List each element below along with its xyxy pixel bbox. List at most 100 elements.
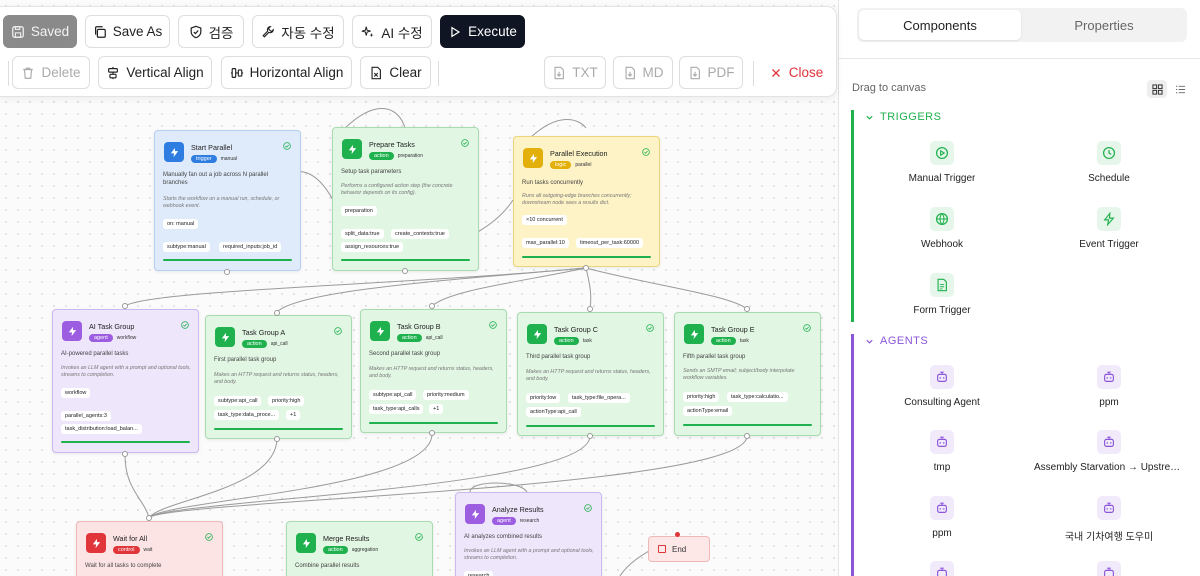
node-analyze-results[interactable]: Analyze Results agent research AI analyze… bbox=[455, 492, 602, 576]
output-port[interactable] bbox=[587, 433, 593, 439]
node-ai-task-group[interactable]: AI Task Group agent workflow AI-powered p… bbox=[52, 309, 199, 453]
component-schedule[interactable]: Schedule bbox=[1026, 141, 1192, 184]
component-label: tmp bbox=[933, 462, 951, 473]
output-port[interactable] bbox=[402, 268, 408, 274]
tab-components[interactable]: Components bbox=[859, 10, 1021, 40]
node-task-group-e[interactable]: Task Group E action task Fifth parallel t… bbox=[674, 312, 821, 436]
component-agent[interactable]: Consulting Agent bbox=[859, 365, 1025, 408]
verify-button[interactable]: 검증 bbox=[178, 15, 244, 48]
export-txt-button[interactable]: TXT bbox=[544, 56, 606, 89]
node-subtype: research bbox=[519, 518, 540, 524]
node-type-tag: action bbox=[242, 340, 267, 348]
input-port[interactable] bbox=[429, 303, 435, 309]
execute-button[interactable]: Execute bbox=[440, 15, 525, 48]
input-port[interactable] bbox=[146, 515, 152, 521]
node-chip: subtype:api_call bbox=[214, 396, 262, 406]
close-button[interactable]: Close bbox=[762, 56, 830, 89]
node-end[interactable]: End bbox=[648, 536, 710, 562]
input-port[interactable] bbox=[587, 306, 593, 312]
close-label: Close bbox=[788, 65, 824, 80]
node-description: Setup task parameters bbox=[341, 169, 402, 175]
node-start-parallel[interactable]: Start Parallel trigger manual Manually fa… bbox=[154, 130, 301, 271]
clear-button[interactable]: Clear bbox=[360, 56, 431, 89]
node-merge-results[interactable]: Merge Results action aggregation Combine … bbox=[286, 521, 433, 576]
component-agent[interactable] bbox=[1026, 561, 1192, 576]
node-chip: actionType:email bbox=[683, 406, 733, 416]
clock-icon bbox=[1097, 141, 1121, 165]
tab-properties[interactable]: Properties bbox=[1023, 10, 1185, 40]
vertical-align-button[interactable]: Vertical Align bbox=[98, 56, 212, 89]
delete-button[interactable]: Delete bbox=[12, 56, 90, 89]
output-port[interactable] bbox=[583, 265, 589, 271]
robot-icon bbox=[1097, 365, 1121, 389]
node-chip: task_type:calculatio... bbox=[727, 392, 788, 402]
component-agent[interactable]: Assembly Starvation → Upstream Blockage bbox=[1026, 430, 1192, 473]
node-subtype: wait bbox=[143, 547, 153, 553]
auto-fix-button[interactable]: 자동 수정 bbox=[252, 15, 344, 48]
component-label: Consulting Agent bbox=[904, 397, 980, 408]
ai-fix-label: AI 수정 bbox=[381, 25, 423, 41]
bolt-icon bbox=[684, 324, 704, 344]
component-agent[interactable]: tmp bbox=[859, 430, 1025, 473]
input-port[interactable] bbox=[274, 310, 280, 316]
node-type-tag: action bbox=[397, 334, 422, 342]
input-port[interactable] bbox=[675, 532, 680, 537]
export-md-button[interactable]: MD bbox=[613, 56, 673, 89]
bolt-icon bbox=[62, 321, 82, 341]
node-chip: subtype:api_call bbox=[369, 390, 417, 400]
node-subtype: manual bbox=[220, 156, 237, 162]
export-pdf-button[interactable]: PDF bbox=[679, 56, 743, 89]
check-circle-icon bbox=[489, 321, 497, 329]
node-description: Third parallel task group bbox=[526, 354, 591, 360]
output-port[interactable] bbox=[224, 269, 230, 275]
component-agent[interactable]: 국내 기차여행 도우미 bbox=[1026, 496, 1192, 543]
toolbar: Saved Save As 검증 자동 수정 AI 수정 Execute Del… bbox=[0, 6, 837, 97]
play-circle-icon bbox=[930, 141, 954, 165]
robot-icon bbox=[930, 496, 954, 520]
component-agent[interactable]: ppm bbox=[859, 496, 1025, 539]
node-parallel-execution[interactable]: Parallel Execution logic parallel Run tas… bbox=[513, 136, 660, 267]
input-port[interactable] bbox=[122, 303, 128, 309]
play-icon bbox=[448, 25, 462, 39]
horizontal-align-button[interactable]: Horizontal Align bbox=[221, 56, 352, 89]
node-title: Merge Results bbox=[323, 534, 370, 543]
node-title: Task Group B bbox=[397, 322, 441, 331]
node-task-group-a[interactable]: Task Group A action api_call First parall… bbox=[205, 315, 352, 439]
component-webhook[interactable]: Webhook bbox=[859, 207, 1025, 250]
agents-header[interactable]: AGENTS bbox=[865, 335, 928, 347]
node-type-tag: trigger bbox=[191, 155, 217, 163]
output-port[interactable] bbox=[122, 451, 128, 457]
trash-icon bbox=[21, 66, 35, 80]
component-agent[interactable] bbox=[859, 561, 1025, 576]
triggers-header[interactable]: TRIGGERS bbox=[865, 111, 941, 123]
node-task-group-c[interactable]: Task Group C action task Third parallel t… bbox=[517, 312, 664, 436]
node-chip: task_distribution:load_balan... bbox=[61, 424, 142, 434]
horizontal-align-label: Horizontal Align bbox=[249, 65, 344, 80]
status-bar bbox=[526, 425, 655, 427]
close-icon bbox=[769, 66, 783, 80]
grid-view-toggle[interactable] bbox=[1147, 80, 1167, 98]
output-port[interactable] bbox=[429, 430, 435, 436]
component-agent[interactable]: ppm bbox=[1026, 365, 1192, 408]
component-event-trigger[interactable]: Event Trigger bbox=[1026, 207, 1192, 250]
node-wait-for-all[interactable]: Wait for All control wait Wait for all ta… bbox=[76, 521, 223, 576]
robot-icon bbox=[1097, 561, 1121, 576]
saved-button[interactable]: Saved bbox=[3, 15, 77, 48]
node-task-group-b[interactable]: Task Group B action api_call Second paral… bbox=[360, 309, 507, 433]
node-title: Wait for All bbox=[113, 534, 148, 543]
component-label: Assembly Starvation → Upstream Blockage bbox=[1034, 462, 1184, 473]
node-chip: task_type:data_proce... bbox=[214, 410, 280, 420]
component-manual-trigger[interactable]: Manual Trigger bbox=[859, 141, 1025, 184]
chevron-down-icon bbox=[866, 115, 873, 120]
triggers-title: TRIGGERS bbox=[880, 111, 942, 123]
output-port[interactable] bbox=[274, 436, 280, 442]
node-prepare-tasks[interactable]: Prepare Tasks action preparation Setup ta… bbox=[332, 127, 479, 271]
divider bbox=[753, 61, 754, 86]
output-port[interactable] bbox=[744, 433, 750, 439]
input-port[interactable] bbox=[744, 306, 750, 312]
save-as-button[interactable]: Save As bbox=[85, 15, 170, 48]
component-form-trigger[interactable]: Form Trigger bbox=[859, 273, 1025, 316]
list-view-toggle[interactable] bbox=[1170, 80, 1190, 98]
node-note: Makes an HTTP request and returns status… bbox=[526, 369, 651, 383]
ai-fix-button[interactable]: AI 수정 bbox=[352, 15, 432, 48]
